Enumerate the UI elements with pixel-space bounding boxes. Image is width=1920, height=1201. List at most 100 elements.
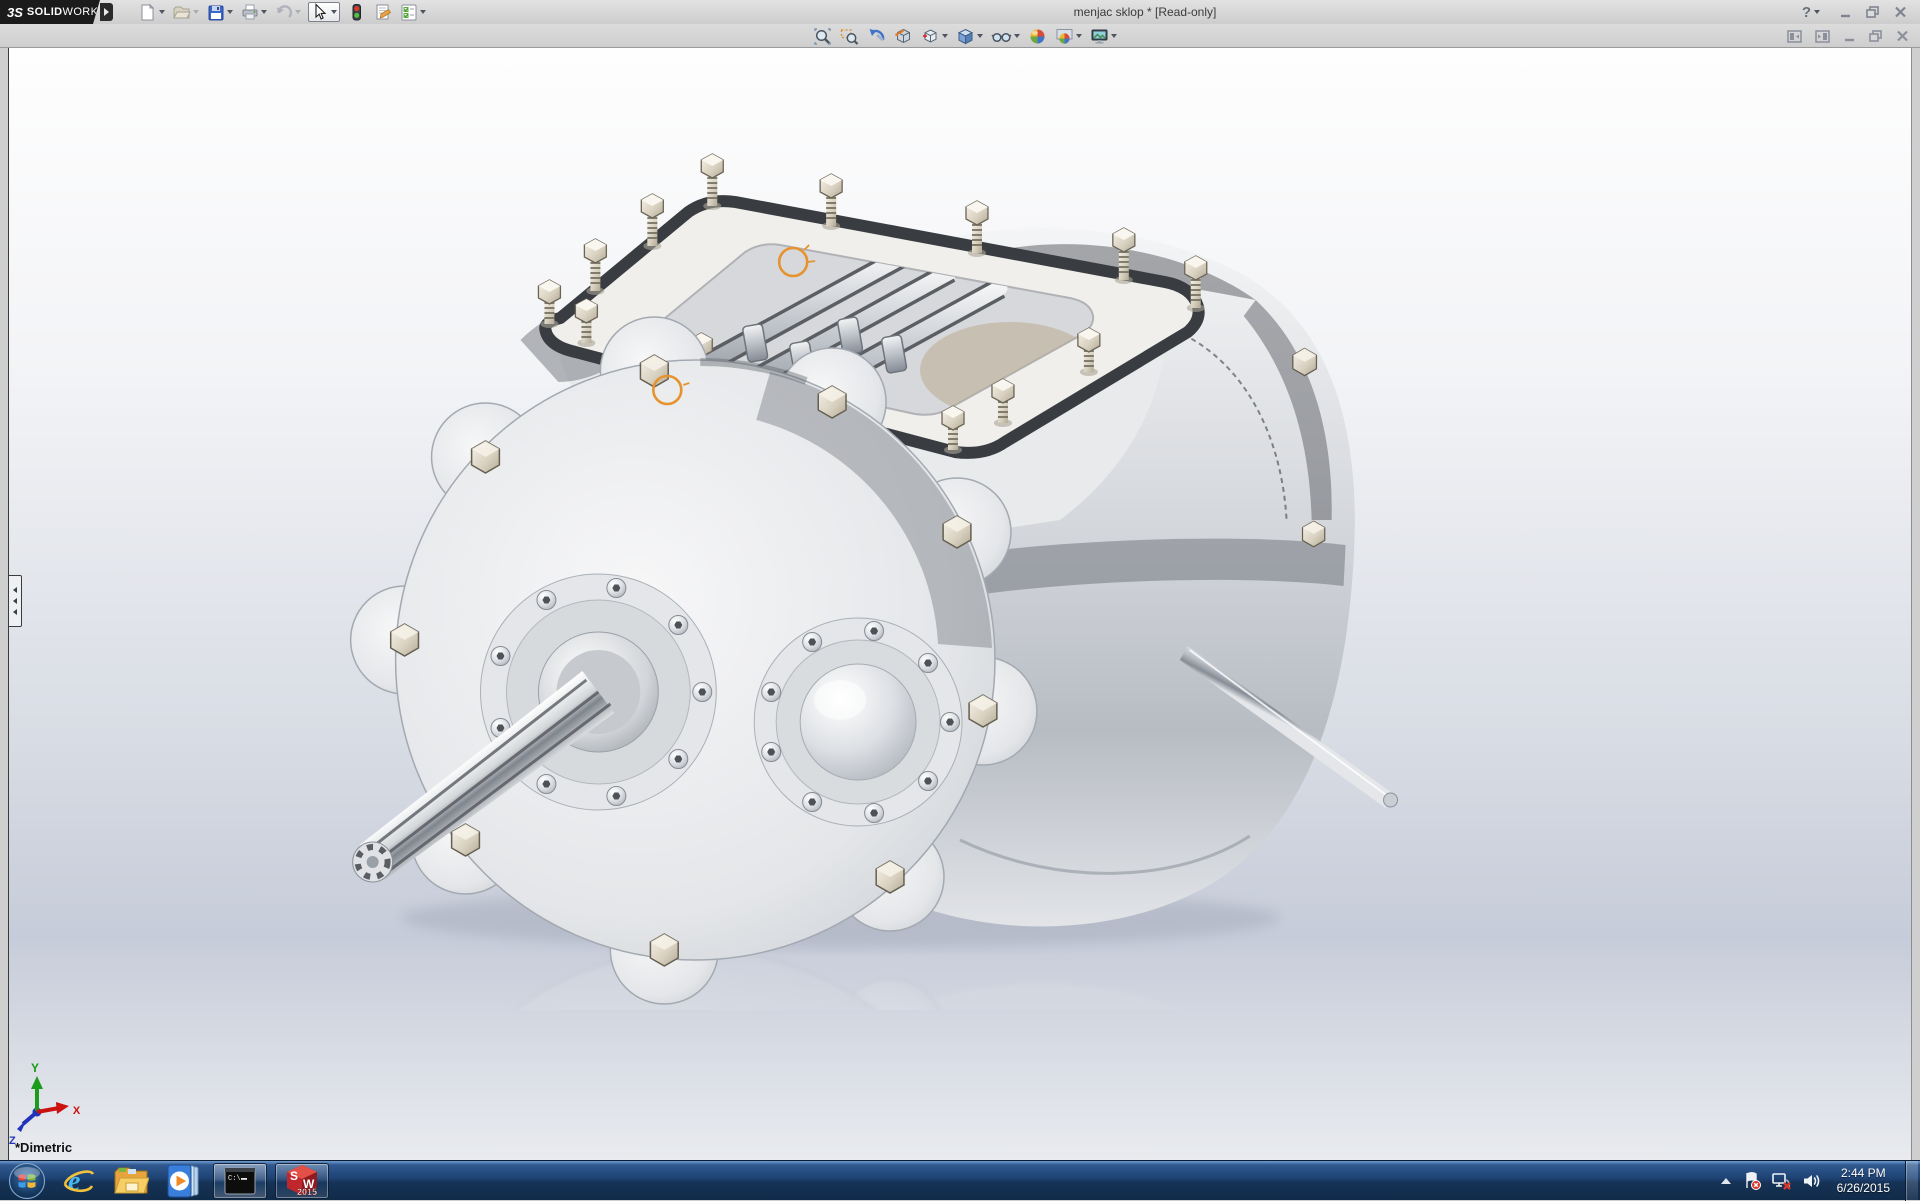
taskbar-item-file-explorer[interactable] (109, 1161, 153, 1201)
title-bar: 3S SOLIDWORKS (0, 0, 1920, 24)
expand-panel-arrow-icon (13, 598, 17, 604)
apply-scene-button[interactable] (1055, 27, 1082, 46)
expand-panel-arrow-icon (13, 587, 17, 593)
graphics-area[interactable]: Y X Z *Dimetric (8, 48, 1912, 1160)
hide-show-dropdown-arrow[interactable] (1014, 34, 1020, 38)
zoom-to-area-icon[interactable] (840, 27, 859, 46)
taskbar-item-internet-explorer[interactable]: e (57, 1161, 101, 1201)
orientation-triad[interactable]: Y X Z (9, 1061, 81, 1147)
options-icon (399, 3, 418, 22)
internet-explorer-icon: e (62, 1164, 96, 1198)
solidworks-2015-icon: S W 2015 (284, 1164, 320, 1198)
select-tool-button[interactable] (308, 2, 340, 22)
open-document-button[interactable] (172, 3, 199, 22)
minimize-button[interactable] (1838, 5, 1853, 19)
save-icon (206, 3, 225, 22)
file-properties-button[interactable] (373, 3, 392, 22)
view-orientation-icon (921, 27, 940, 46)
document-toolbar-row (0, 24, 1920, 48)
close-button[interactable] (1893, 5, 1908, 19)
zoom-to-fit-icon[interactable] (813, 27, 832, 46)
save-dropdown-arrow[interactable] (227, 10, 233, 14)
help-dropdown-arrow[interactable] (1814, 10, 1820, 14)
display-style-button[interactable] (956, 27, 983, 46)
file-explorer-icon (113, 1165, 149, 1197)
select-cursor-icon (311, 3, 328, 21)
start-button[interactable] (5, 1161, 49, 1201)
clock-date: 6/26/2015 (1837, 1181, 1890, 1196)
open-document-icon (172, 3, 191, 22)
expand-panel-arrow-icon (13, 609, 17, 615)
heads-up-view-toolbar (813, 25, 1117, 47)
select-dropdown-arrow[interactable] (331, 10, 337, 14)
help-button[interactable]: ? (1802, 4, 1820, 21)
triad-y-label: Y (31, 1061, 39, 1075)
apply-scene-dropdown-arrow[interactable] (1076, 34, 1082, 38)
3ds-mark: 3S (7, 5, 23, 20)
cmd-prompt-text: C:\ (228, 1175, 241, 1183)
view-orientation-label: *Dimetric (15, 1140, 72, 1155)
apply-scene-icon (1055, 27, 1074, 46)
options-dropdown-arrow[interactable] (420, 10, 426, 14)
hide-show-items-button[interactable] (991, 27, 1020, 46)
system-tray: 2:44 PM 6/26/2015 (1719, 1161, 1920, 1201)
media-player-icon (165, 1164, 201, 1198)
brand-name: SOLIDWORKS (27, 6, 106, 18)
options-button[interactable] (399, 3, 426, 22)
help-icon: ? (1802, 4, 1811, 21)
rebuild-traffic-light-icon (347, 3, 366, 22)
show-hidden-icons-chevron[interactable] (1719, 1175, 1733, 1187)
display-style-dropdown-arrow[interactable] (977, 34, 983, 38)
show-desktop-button[interactable] (1905, 1161, 1918, 1201)
standard-toolbar (138, 2, 426, 22)
clock-time: 2:44 PM (1837, 1166, 1890, 1181)
open-dropdown-arrow (193, 10, 199, 14)
speaker-icon[interactable] (1802, 1172, 1822, 1190)
print-dropdown-arrow[interactable] (261, 10, 267, 14)
view-settings-dropdown-arrow[interactable] (1111, 34, 1117, 38)
view-orientation-button[interactable] (921, 27, 948, 46)
taskbar-item-command-prompt[interactable]: C:\ (213, 1163, 267, 1199)
doc-restore-button[interactable] (1868, 29, 1884, 43)
doc-minimize-button[interactable] (1842, 29, 1857, 43)
command-prompt-icon: C:\ (224, 1167, 256, 1195)
gearbox-assembly-3d-model: Y X Z (9, 48, 1911, 1160)
new-document-icon (138, 3, 157, 22)
restore-button[interactable] (1865, 5, 1881, 19)
view-settings-icon (1090, 27, 1109, 46)
rebuild-button[interactable] (347, 3, 366, 22)
collapse-right-panel-button[interactable] (1814, 29, 1831, 44)
flyout-arrow-icon (104, 8, 109, 16)
file-properties-icon (373, 3, 392, 22)
collapse-left-panel-button[interactable] (1786, 29, 1803, 44)
feature-manager-collapsed-tab[interactable] (9, 575, 22, 627)
menu-flyout-button[interactable] (100, 3, 113, 21)
undo-dropdown-arrow (295, 10, 301, 14)
network-error-icon[interactable] (1771, 1171, 1793, 1191)
windows-start-orb-icon (8, 1162, 46, 1200)
section-view-icon[interactable] (894, 27, 913, 46)
action-center-flag-icon[interactable] (1742, 1171, 1762, 1191)
new-dropdown-arrow[interactable] (159, 10, 165, 14)
taskbar-item-solidworks[interactable]: S W 2015 (275, 1163, 329, 1199)
print-icon (240, 3, 259, 22)
taskbar-clock[interactable]: 2:44 PM 6/26/2015 (1837, 1166, 1890, 1196)
triad-x-label: X (73, 1105, 81, 1117)
print-button[interactable] (240, 3, 267, 22)
solidworks-logo: 3S SOLIDWORKS (0, 0, 100, 24)
hide-show-items-icon (991, 27, 1012, 46)
undo-icon (274, 3, 293, 22)
new-document-button[interactable] (138, 3, 165, 22)
windows-taskbar: e C:\ (0, 1160, 1920, 1200)
doc-close-button[interactable] (1895, 29, 1910, 43)
sw-year-label: 2015 (297, 1187, 317, 1197)
taskbar-item-media-player[interactable] (161, 1161, 205, 1201)
svg-text:e: e (68, 1166, 80, 1197)
edit-appearance-icon[interactable] (1028, 27, 1047, 46)
view-orientation-dropdown-arrow[interactable] (942, 34, 948, 38)
save-button[interactable] (206, 3, 233, 22)
view-settings-button[interactable] (1090, 27, 1117, 46)
undo-button (274, 3, 301, 22)
previous-view-icon[interactable] (867, 27, 886, 46)
sw-letter-s: S (290, 1169, 298, 1183)
